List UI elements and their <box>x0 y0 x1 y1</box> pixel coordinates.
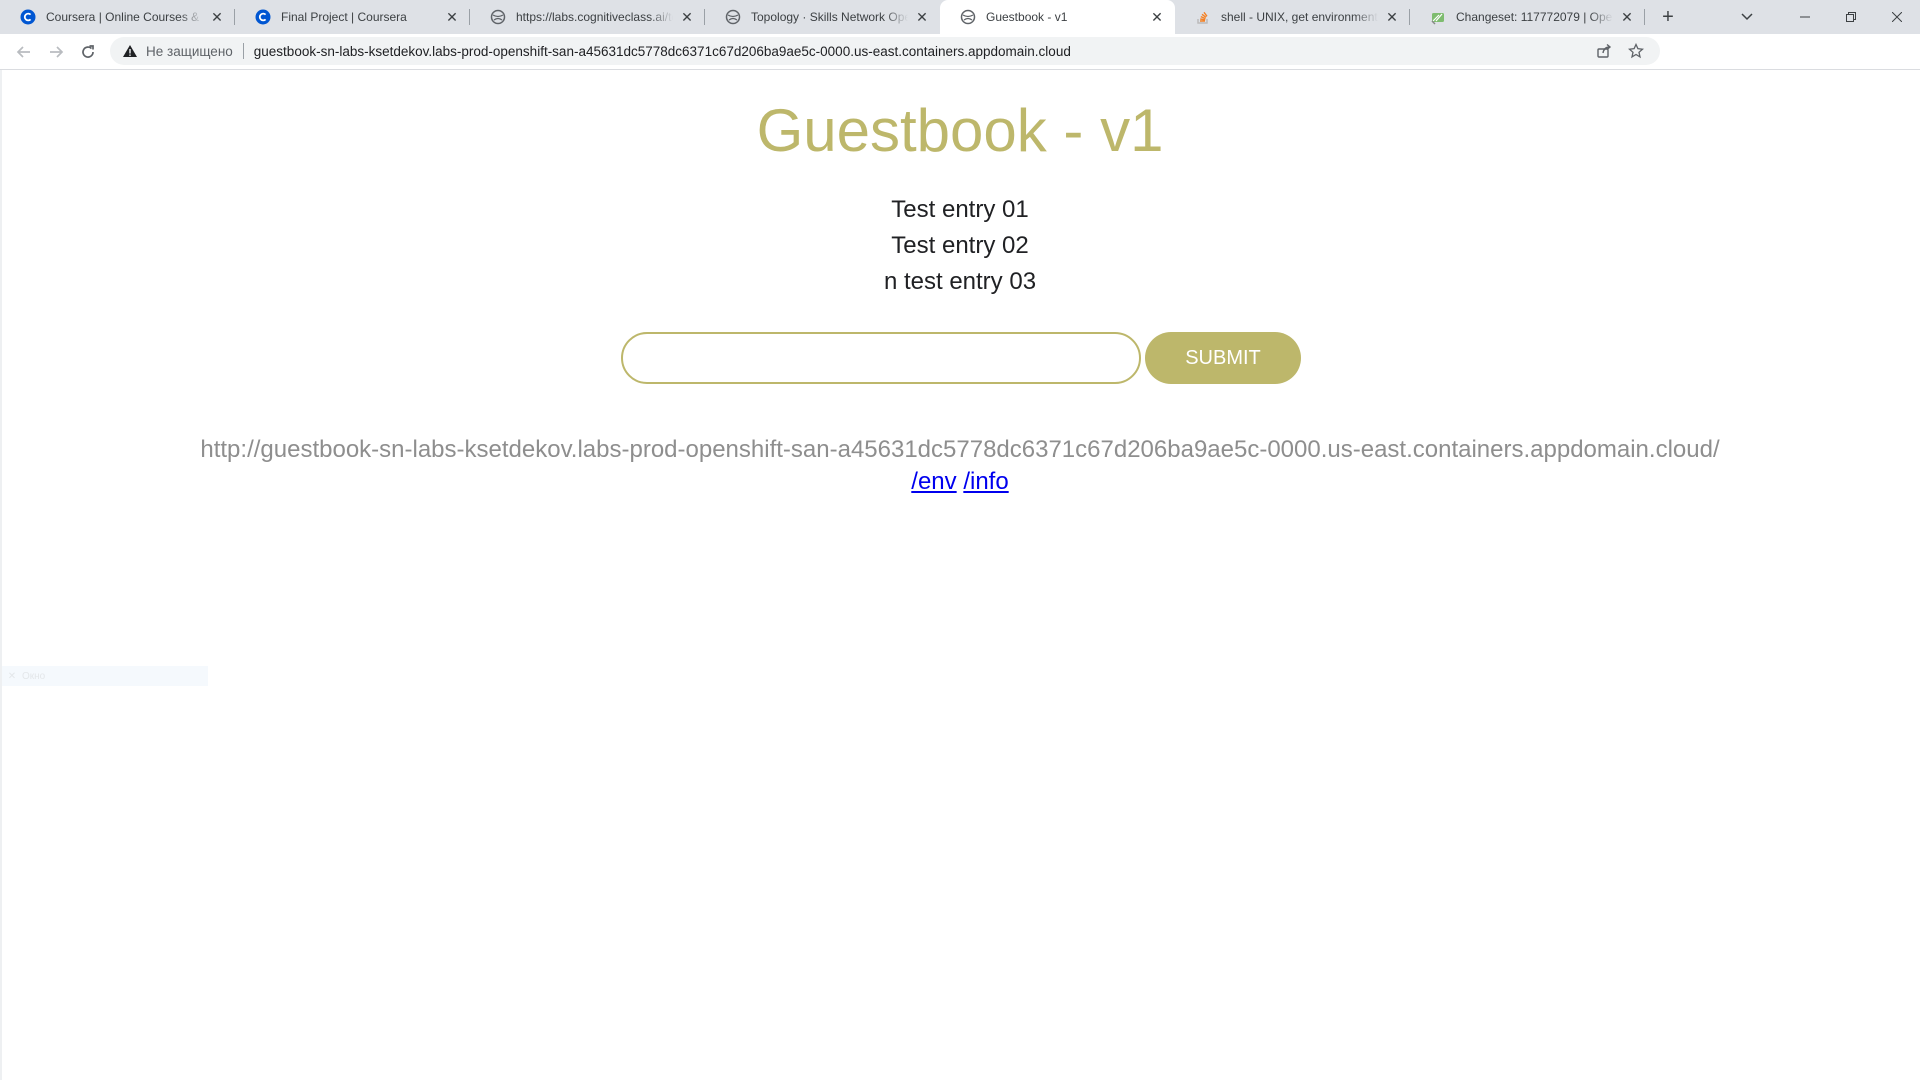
chevron-down-icon <box>1741 13 1753 21</box>
minimize-button[interactable] <box>1782 0 1828 34</box>
restore-icon <box>1846 12 1856 22</box>
tab-guestbook[interactable]: Guestbook - v1 ✕ <box>940 0 1175 34</box>
close-window-button[interactable] <box>1874 0 1920 34</box>
tab-title: Final Project | Coursera <box>281 10 407 24</box>
entry-form: SUBMIT <box>621 332 1301 384</box>
ghost-window-bar: ✕ Окно <box>2 666 208 686</box>
close-tab-icon[interactable]: ✕ <box>209 9 225 25</box>
back-button[interactable] <box>8 36 40 68</box>
reload-button[interactable] <box>72 36 104 68</box>
left-edge-line <box>0 70 2 1080</box>
close-tab-icon[interactable]: ✕ <box>1384 9 1400 25</box>
osm-icon <box>1430 9 1446 25</box>
host-url: http://guestbook-sn-labs-ksetdekov.labs-… <box>200 436 1720 463</box>
omnibox-actions <box>1588 37 1652 65</box>
window-controls <box>1782 0 1920 34</box>
tab-coursera[interactable]: Coursera | Online Courses & Credentials … <box>0 0 235 34</box>
tab-topology[interactable]: Topology · Skills Network OpenShift ✕ <box>705 0 940 34</box>
close-tab-icon[interactable]: ✕ <box>914 9 930 25</box>
globe-icon <box>725 9 741 25</box>
submit-button[interactable]: SUBMIT <box>1145 332 1301 384</box>
globe-icon <box>960 9 976 25</box>
globe-icon <box>490 9 506 25</box>
browser-toolbar: Не защищено guestbook-sn-labs-ksetdekov.… <box>0 34 1920 96</box>
tab-title: Coursera | Online Courses & Credentials <box>46 10 203 24</box>
ghost-window-label: Окно <box>22 670 46 682</box>
warning-icon[interactable] <box>122 43 138 59</box>
close-tab-icon[interactable]: ✕ <box>679 9 695 25</box>
guestbook-entry: Test entry 01 <box>891 196 1029 223</box>
close-icon: ✕ <box>7 670 17 682</box>
close-tab-icon[interactable]: ✕ <box>1619 9 1635 25</box>
footer-links: /env /info <box>0 468 1920 496</box>
tab-openstreetmap[interactable]: Changeset: 117772079 | OpenStreetMap ✕ <box>1410 0 1645 34</box>
tab-separator <box>1644 9 1645 25</box>
minimize-icon <box>1800 16 1810 18</box>
env-link[interactable]: /env <box>911 468 956 495</box>
url-text[interactable]: guestbook-sn-labs-ksetdekov.labs-prod-op… <box>254 44 1071 59</box>
entry-input[interactable] <box>621 332 1141 384</box>
bookmark-star-icon[interactable] <box>1620 43 1652 59</box>
tab-title: Guestbook - v1 <box>986 10 1068 24</box>
page-title: Guestbook - v1 <box>756 97 1164 164</box>
tab-labs-cognitiveclass[interactable]: https://labs.cognitiveclass.ai/tools/the… <box>470 0 705 34</box>
reload-icon <box>82 44 94 58</box>
tab-title: Topology · Skills Network OpenShift <box>751 10 908 24</box>
tab-stackoverflow[interactable]: shell - UNIX, get environment variable ✕ <box>1175 0 1410 34</box>
guestbook-entry: Test entry 02 <box>891 232 1029 259</box>
arrow-right-icon <box>50 45 64 58</box>
close-icon <box>1892 12 1902 22</box>
tab-final-project[interactable]: Final Project | Coursera ✕ <box>235 0 470 34</box>
stackoverflow-icon <box>1195 9 1211 25</box>
omnibox-divider <box>242 43 244 59</box>
share-icon[interactable] <box>1588 43 1620 59</box>
arrow-left-icon <box>16 45 30 58</box>
restore-button[interactable] <box>1828 0 1874 34</box>
tab-strip: Coursera | Online Courses & Credentials … <box>0 0 1920 34</box>
coursera-icon <box>20 9 36 25</box>
tab-title: Changeset: 117772079 | OpenStreetMap <box>1456 10 1613 24</box>
new-tab-button[interactable]: + <box>1651 0 1685 34</box>
guestbook-entries: Test entry 01 Test entry 02 n test entry… <box>0 192 1920 300</box>
info-link[interactable]: /info <box>963 468 1008 495</box>
tab-title: https://labs.cognitiveclass.ai/tools/the… <box>516 10 673 24</box>
close-tab-icon[interactable]: ✕ <box>1149 9 1165 25</box>
not-secure-label[interactable]: Не защищено <box>146 44 233 59</box>
tab-title: shell - UNIX, get environment variable <box>1221 10 1378 24</box>
tab-search-button[interactable] <box>1730 0 1764 34</box>
forward-button[interactable] <box>40 36 72 68</box>
guestbook-entry: n test entry 03 <box>883 268 1037 295</box>
address-bar[interactable]: Не защищено guestbook-sn-labs-ksetdekov.… <box>110 37 1660 65</box>
coursera-icon <box>255 9 271 25</box>
page-content: Guestbook - v1 Test entry 01 Test entry … <box>0 70 1920 1080</box>
close-tab-icon[interactable]: ✕ <box>444 9 460 25</box>
